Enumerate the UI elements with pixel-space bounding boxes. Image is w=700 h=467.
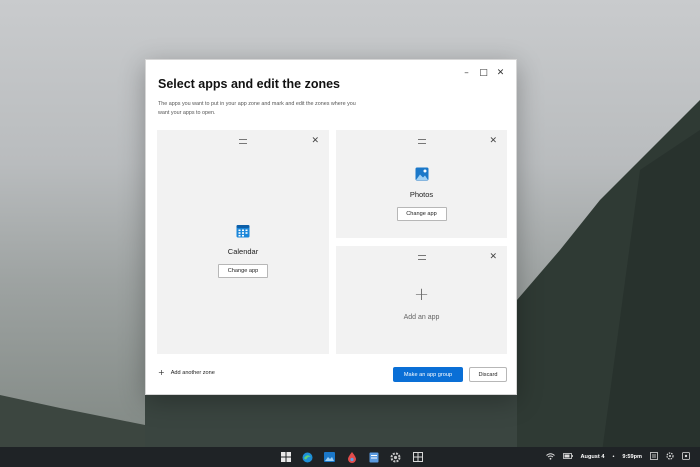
change-app-button[interactable]: Change app [218, 264, 268, 278]
maximize-button[interactable]: □ [476, 66, 491, 81]
date-time-separator: • [612, 454, 615, 460]
zone-close-icon[interactable]: ✕ [311, 137, 319, 146]
close-button[interactable]: ✕ [493, 66, 508, 81]
edge-icon[interactable] [301, 451, 314, 463]
quick-settings-icon[interactable] [666, 452, 674, 462]
wifi-icon[interactable] [545, 452, 555, 462]
photos-icon [415, 167, 428, 181]
change-app-button[interactable]: Change app [396, 207, 447, 221]
taskbar-apps [279, 451, 424, 463]
zone-app-name: Calendar [227, 247, 259, 256]
drag-handle-icon[interactable] [417, 255, 426, 260]
zone-app-name: Photos [409, 190, 434, 199]
plus-icon: + [413, 284, 430, 305]
make-app-group-button[interactable]: Make an app group [393, 367, 463, 382]
system-tray: August 4 • 9:59pm [545, 447, 691, 467]
settings-icon[interactable] [389, 451, 402, 463]
photos-icon[interactable] [323, 451, 336, 463]
calendar-icon [236, 225, 250, 238]
zone-app-calendar: Calendar Change app [157, 224, 329, 278]
notification-icon[interactable] [650, 452, 658, 462]
add-app-label: Add an app [403, 314, 440, 321]
add-another-zone-button[interactable]: + Add another zone [158, 369, 215, 377]
widgets-icon[interactable] [411, 451, 424, 463]
zone-top-right[interactable]: ✕ Photos Change app [336, 130, 507, 238]
zone-close-icon[interactable]: ✕ [489, 253, 497, 262]
taskbar-date[interactable]: August 4 [581, 454, 605, 460]
zone-close-icon[interactable]: ✕ [489, 137, 497, 146]
drag-handle-icon[interactable] [239, 139, 247, 144]
dialog-subtitle: The apps you want to put in your app zon… [158, 101, 356, 116]
dialog-title: Select apps and edit the zones [158, 77, 340, 91]
zone-bottom-right[interactable]: ✕ + Add an app [336, 246, 507, 354]
window-controls: – □ ✕ [459, 66, 508, 81]
windows-start-icon[interactable] [279, 451, 292, 463]
discard-button[interactable]: Discard [469, 367, 507, 382]
add-zone-label: Add another zone [170, 370, 215, 376]
app-group-dialog: – □ ✕ Select apps and edit the zones The… [145, 59, 517, 395]
zone-left[interactable]: ✕ Calendar Change app [157, 130, 329, 354]
paint-icon[interactable] [345, 451, 358, 463]
taskbar: August 4 • 9:59pm [0, 447, 700, 467]
taskbar-time[interactable]: 9:59pm [622, 454, 642, 460]
plus-icon: + [158, 368, 165, 377]
battery-icon[interactable] [562, 453, 573, 461]
files-icon[interactable] [367, 451, 380, 463]
app-menu-icon[interactable] [682, 452, 690, 462]
minimize-button[interactable]: – [459, 66, 474, 81]
add-app-target[interactable]: + Add an app [336, 284, 507, 322]
drag-handle-icon[interactable] [417, 139, 426, 144]
zone-app-photos: Photos Change app [336, 167, 507, 221]
